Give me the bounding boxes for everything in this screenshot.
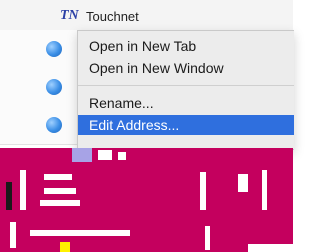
glitch-block xyxy=(6,182,12,210)
globe-icon xyxy=(46,79,62,95)
glitch-block xyxy=(40,200,80,206)
bookmark-title-row[interactable]: TN Touchnet xyxy=(60,6,139,26)
glitch-block xyxy=(205,226,210,250)
glitch-block xyxy=(248,244,293,252)
corrupted-region xyxy=(0,148,293,252)
menu-item-rename[interactable]: Rename... xyxy=(78,93,294,113)
glitch-block xyxy=(10,222,16,248)
menu-item-open-new-tab[interactable]: Open in New Tab xyxy=(78,36,294,56)
glitch-block xyxy=(30,230,130,236)
glitch-block xyxy=(262,170,267,210)
glitch-block xyxy=(20,170,26,210)
menu-separator xyxy=(78,85,294,86)
glitch-block xyxy=(118,152,126,160)
menu-item-edit-address[interactable]: Edit Address... xyxy=(78,115,294,135)
glitch-block xyxy=(98,150,112,160)
glitch-block xyxy=(44,174,72,180)
globe-icon xyxy=(46,117,62,133)
bookmark-title: Touchnet xyxy=(86,8,139,24)
bookmarks-header xyxy=(0,0,293,30)
glitch-block xyxy=(72,148,92,162)
menu-item-open-new-window[interactable]: Open in New Window xyxy=(78,58,294,78)
glitch-block xyxy=(44,188,76,194)
touchnet-logo-icon: TN xyxy=(60,8,79,23)
context-menu: Open in New Tab Open in New Window Renam… xyxy=(77,30,294,150)
glitch-block xyxy=(200,172,206,210)
glitch-block xyxy=(238,174,248,192)
glitch-block xyxy=(60,242,70,252)
globe-icon xyxy=(46,41,62,57)
